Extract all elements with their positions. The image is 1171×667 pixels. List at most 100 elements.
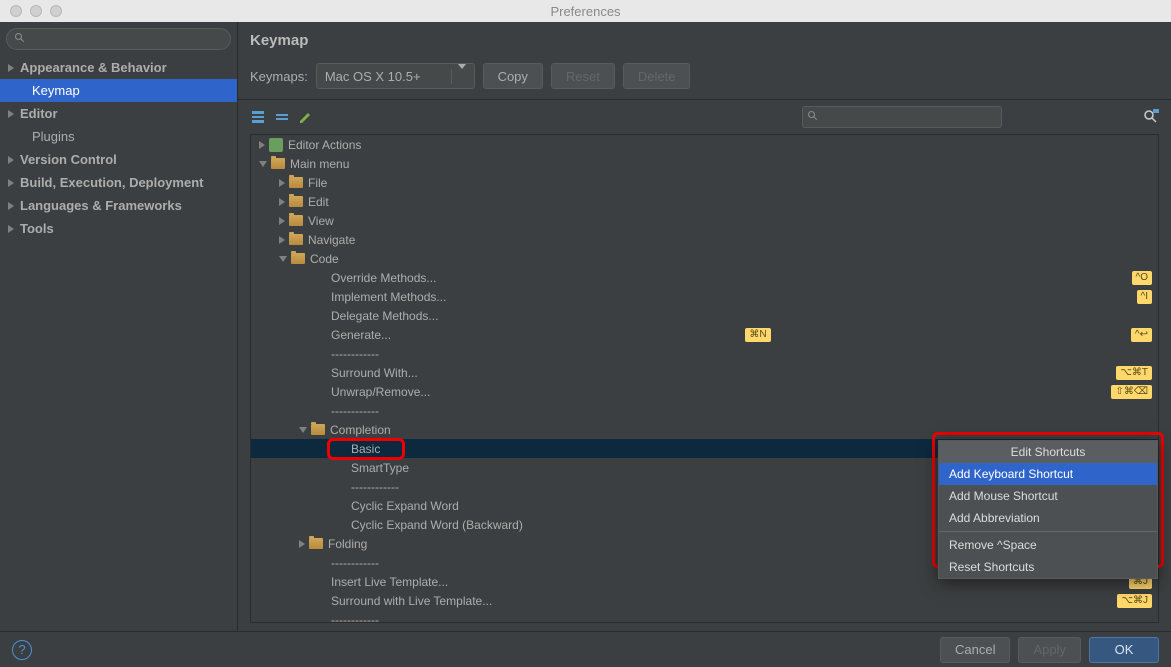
tree-search-input[interactable] [802,106,1002,128]
folder-icon [309,538,323,549]
sidebar-item-label: Plugins [32,129,75,144]
ctx-add-abbreviation[interactable]: Add Abbreviation [939,507,1157,529]
sidebar-item-appearance[interactable]: Appearance & Behavior [0,56,237,79]
delete-button[interactable]: Delete [623,63,691,89]
tree-label: Code [310,252,339,266]
tree-label: Editor Actions [288,138,361,152]
tree-row[interactable]: View [251,211,1158,230]
tree-label: Main menu [290,157,349,171]
ctx-reset-shortcuts[interactable]: Reset Shortcuts [939,556,1157,578]
tree-row[interactable]: Code [251,249,1158,268]
folder-icon [289,177,303,188]
ok-button[interactable]: OK [1089,637,1159,663]
folder-icon [289,196,303,207]
shortcut-badge: ⌥⌘T [1116,366,1152,380]
tree-row[interactable]: Override Methods...^O [251,268,1158,287]
reset-button[interactable]: Reset [551,63,615,89]
edit-icon[interactable] [298,109,314,125]
folder-icon [289,215,303,226]
sidebar-search-input[interactable] [6,28,231,50]
chevron-down-icon [299,427,307,433]
tree-label: View [308,214,334,228]
tree-row[interactable]: Delegate Methods... [251,306,1158,325]
sidebar: Appearance & Behavior Keymap Editor Plug… [0,22,238,631]
cancel-button[interactable]: Cancel [940,637,1010,663]
context-menu-header: Edit Shortcuts [939,441,1157,463]
tree-label: Folding [328,537,367,551]
sidebar-item-tools[interactable]: Tools [0,217,237,240]
collapse-all-icon[interactable] [274,109,290,125]
tree-row[interactable]: Edit [251,192,1158,211]
tree-row[interactable]: File [251,173,1158,192]
help-button[interactable]: ? [12,640,32,660]
ctx-remove-shortcut[interactable]: Remove ^Space [939,534,1157,556]
keymap-selector-row: Keymaps: Mac OS X 10.5+ Copy Reset Delet… [238,53,1171,99]
keymaps-dropdown[interactable]: Mac OS X 10.5+ [316,63,475,89]
tree-label: Cyclic Expand Word [351,499,459,513]
shortcut-badge: ⌘N [745,328,770,342]
tree-label: Delegate Methods... [331,309,438,323]
sidebar-item-label: Languages & Frameworks [20,198,182,213]
tree-label: Basic [351,442,380,456]
sidebar-item-plugins[interactable]: Plugins [0,125,237,148]
chevron-down-icon [279,256,287,262]
dialog-footer: ? Cancel Apply OK [0,631,1171,667]
tree-row[interactable]: Surround With...⌥⌘T [251,363,1158,382]
tree-label: Implement Methods... [331,290,446,304]
tree-row[interactable]: Unwrap/Remove...⇧⌘⌫ [251,382,1158,401]
copy-button[interactable]: Copy [483,63,543,89]
folder-icon [271,158,285,169]
tree-row[interactable]: Editor Actions [251,135,1158,154]
chevron-right-icon [279,198,285,206]
tree-label: Cyclic Expand Word (Backward) [351,518,523,532]
tree-label: ------------ [351,480,399,494]
tree-label: ------------ [331,404,379,418]
tree-row[interactable]: Implement Methods... ^I [251,287,1158,306]
sidebar-item-label: Keymap [32,83,80,98]
tree-label: Completion [330,423,391,437]
find-action-icon[interactable] [1143,109,1159,125]
zoom-window-icon[interactable] [50,5,62,17]
sidebar-search-wrap [0,22,237,56]
sidebar-item-languages[interactable]: Languages & Frameworks [0,194,237,217]
window-title: Preferences [550,4,620,19]
tree-row[interactable]: Main menu [251,154,1158,173]
sidebar-item-version-control[interactable]: Version Control [0,148,237,171]
tree-row[interactable]: Generate...⌘N^↩ [251,325,1158,344]
close-window-icon[interactable] [10,5,22,17]
chevron-right-icon [279,217,285,225]
tree-label: ------------ [331,347,379,361]
sidebar-item-keymap[interactable]: Keymap [0,79,237,102]
expand-all-icon[interactable] [250,109,266,125]
shortcut-badge: ^O [1132,271,1152,285]
tree-label: Insert Live Template... [331,575,448,589]
tree-row[interactable]: Completion [251,420,1158,439]
keymaps-label: Keymaps: [250,69,308,84]
minimize-window-icon[interactable] [30,5,42,17]
chevron-down-icon [259,161,267,167]
folder-icon [289,234,303,245]
sidebar-item-label: Version Control [20,152,117,167]
sidebar-item-label: Editor [20,106,58,121]
tree-row-separator: ------------ [251,401,1158,420]
sidebar-item-label: Tools [20,221,54,236]
tree-row[interactable]: Surround with Live Template...⌥⌘J [251,591,1158,610]
chevron-right-icon [279,236,285,244]
chevron-right-icon [259,141,265,149]
shortcut-badge: ⌥⌘J [1117,594,1152,608]
sidebar-item-editor[interactable]: Editor [0,102,237,125]
context-menu-separator [939,531,1157,532]
shortcut-badge: ^I [1137,290,1152,304]
apply-button[interactable]: Apply [1018,637,1081,663]
sidebar-item-build[interactable]: Build, Execution, Deployment [0,171,237,194]
sidebar-item-label: Appearance & Behavior [20,60,167,75]
tree-row[interactable]: Navigate [251,230,1158,249]
ctx-add-keyboard-shortcut[interactable]: Add Keyboard Shortcut [939,463,1157,485]
tree-label: Edit [308,195,329,209]
chevron-down-icon [458,64,466,84]
tree-label: Generate... [331,328,391,342]
tree-label: ------------ [331,613,379,624]
tree-row-separator: ------------ [251,344,1158,363]
ctx-add-mouse-shortcut[interactable]: Add Mouse Shortcut [939,485,1157,507]
folder-icon [291,253,305,264]
